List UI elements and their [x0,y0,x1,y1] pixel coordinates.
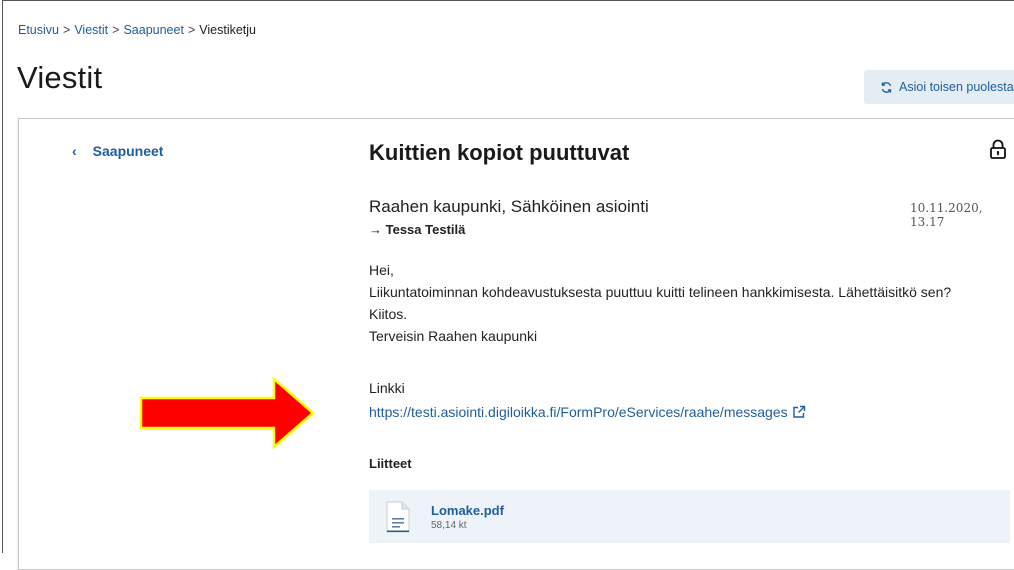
breadcrumb-separator: > [112,23,120,37]
window-border-left [2,0,3,553]
window-border-top [2,0,1014,1]
attachment-name[interactable]: Lomake.pdf [431,503,504,518]
page-title: Viestit [17,60,103,95]
recipient-name: Tessa Testilä [385,222,466,237]
message-body-line: Liikuntatoiminnan kohdeavustuksesta puut… [369,284,952,300]
message-sender: Raahen kaupunki, Sähköinen asiointi [369,197,649,216]
message-recipient: → Tessa Testilä [369,222,465,237]
attachment-info: Lomake.pdf 58,14 kt [431,503,504,531]
breadcrumb-separator: > [63,23,71,37]
message-subject: Kuittien kopiot puuttuvat [369,140,630,165]
lock-icon[interactable] [987,138,1009,160]
message-body: Hei, Liikuntatoiminnan kohdeavustuksesta… [369,259,951,347]
back-to-inbox-link[interactable]: ‹ Saapuneet [72,143,163,159]
message-body-line: Kiitos. [369,306,408,322]
attachment-size: 58,14 kt [431,519,467,531]
annotation-arrow [139,376,315,450]
refresh-icon [881,81,892,93]
message-link-text: https://testi.asiointi.digiloikka.fi/For… [369,404,788,420]
link-heading: Linkki [369,380,405,396]
breadcrumb-link-home[interactable]: Etusivu [18,23,59,37]
attachment-item[interactable]: Lomake.pdf 58,14 kt [369,490,1010,543]
breadcrumb-separator: > [187,23,196,37]
act-on-behalf-button[interactable]: Asioi toisen puolesta [864,70,1014,104]
message-date: 10.11.2020, 13.17 [910,201,983,229]
breadcrumb-current: Viestiketju [199,23,256,37]
recipient-arrow: → [369,222,382,237]
attachments-heading: Liitteet [369,456,412,471]
message-body-line: Hei, [369,262,394,278]
chevron-left-icon: ‹ [72,143,77,159]
breadcrumb-link-messages[interactable]: Viestit [74,23,108,37]
act-on-behalf-label: Asioi toisen puolesta [899,80,1014,94]
message-body-line: Terveisin Raahen kaupunki [369,328,538,344]
breadcrumb-link-inbox[interactable]: Saapuneet [123,23,183,37]
message-link[interactable]: https://testi.asiointi.digiloikka.fi/For… [369,404,806,420]
breadcrumb: Etusivu > Viestit > Saapuneet > Viestiketju [18,23,256,37]
document-icon [386,501,410,532]
external-link-icon [792,405,805,418]
back-to-inbox-label: Saapuneet [92,143,164,159]
